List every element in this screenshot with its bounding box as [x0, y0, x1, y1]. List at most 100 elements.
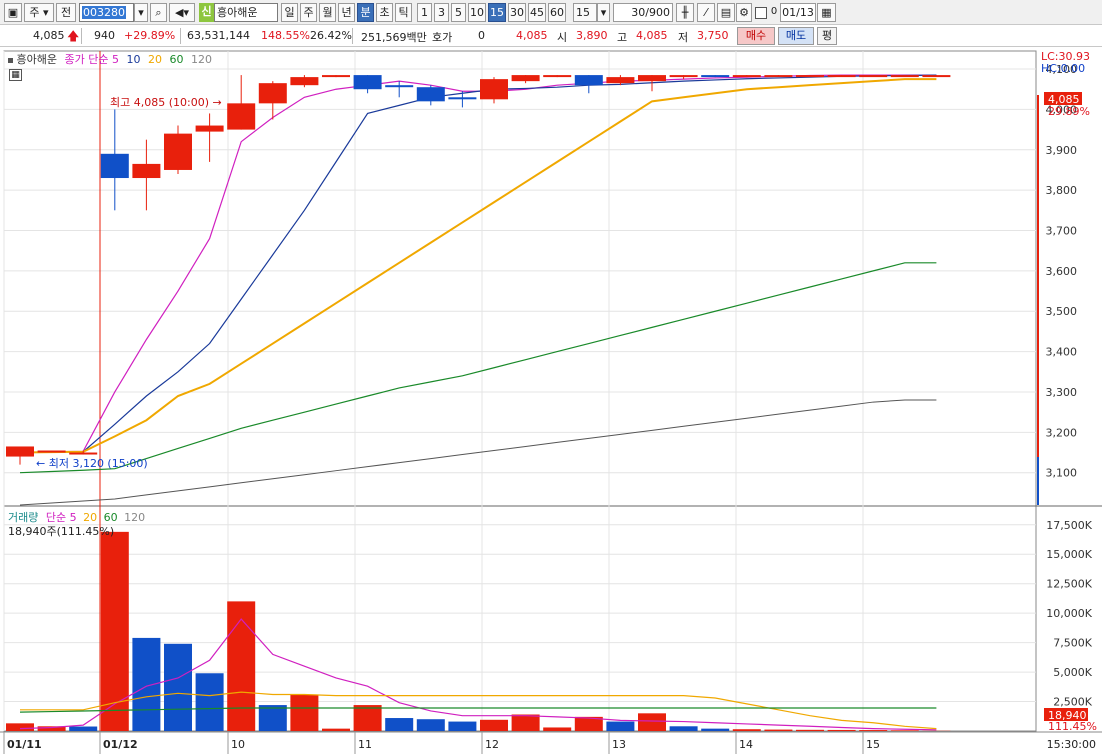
price-volume-chart[interactable]: 4,1004,0003,9003,8003,7003,6003,5003,400…: [0, 47, 1102, 754]
volume-bar: [543, 727, 572, 731]
interval-select[interactable]: 15: [573, 3, 597, 22]
ma-60-line: [19, 262, 937, 474]
top-toolbar: ▣ 주 ▾ 전 003280 ▾ ⌕ ◀▾ 신 흥아해운 일주월년분초틱 135…: [0, 0, 1102, 25]
checkbox-label: 0: [770, 6, 778, 17]
candle-body: [69, 452, 98, 455]
interval-button[interactable]: 5: [451, 3, 466, 22]
volume-tick-label: 5,000K: [1053, 666, 1092, 679]
window-menu-icon[interactable]: ▣: [4, 3, 22, 22]
candle-body: [827, 75, 856, 78]
sell-button[interactable]: 매도: [778, 27, 814, 45]
x-tick-label: 11: [358, 738, 372, 751]
period-button[interactable]: 월: [319, 3, 336, 22]
candle-body: [100, 153, 129, 179]
candle-body: [543, 75, 572, 78]
sin-badge: 신: [199, 3, 214, 22]
volume-value: 63,531,144: [187, 29, 250, 42]
market-select[interactable]: 주 ▾: [24, 3, 54, 22]
candle-body: [37, 450, 66, 453]
pyeong-button[interactable]: 평: [817, 27, 837, 45]
interval-button[interactable]: 30: [508, 3, 526, 22]
candle-body: [353, 75, 382, 90]
candle-body: [385, 85, 414, 88]
volume-bar: [132, 637, 161, 731]
prev-button[interactable]: 전: [56, 3, 76, 22]
hc-label: HC:0.00: [1041, 62, 1086, 75]
period-button[interactable]: 주: [300, 3, 317, 22]
count-input[interactable]: 30/900: [613, 3, 673, 22]
volume-tick-label: 7,500K: [1053, 637, 1092, 650]
current-price: 4,085: [33, 29, 65, 42]
volume-legend-ma120: 120: [124, 511, 146, 524]
stock-code-input[interactable]: 003280: [79, 3, 134, 22]
volume-bar: [448, 721, 477, 731]
candle-body: [227, 103, 256, 130]
divider: [352, 28, 353, 44]
high-price: 4,085: [636, 29, 668, 42]
date-input[interactable]: 01/13: [780, 3, 816, 22]
stock-code-value: 003280: [82, 6, 126, 19]
price-tick-label: 3,200: [1046, 426, 1078, 439]
save-icon[interactable]: ▤: [717, 3, 735, 22]
hoga-value: 0: [478, 29, 485, 42]
divider: [180, 28, 181, 44]
volume-bar: [322, 728, 350, 731]
price-repeat: 4,085: [516, 29, 548, 42]
interval-button[interactable]: 45: [528, 3, 546, 22]
interval-button[interactable]: 3: [434, 3, 449, 22]
code-dropdown-icon[interactable]: ▾: [134, 3, 148, 22]
x-tick-label: 01/11: [7, 738, 42, 751]
volume-bar: [669, 726, 698, 731]
price-tick-label: 3,500: [1046, 305, 1078, 318]
volume-bar: [701, 728, 730, 731]
calendar-icon[interactable]: ▦: [817, 3, 836, 22]
open-label: 시: [557, 31, 568, 44]
legend-ma5: 5: [111, 53, 119, 66]
candle-body: [6, 446, 34, 457]
volume-current-label: 18,940주(111.45%): [8, 525, 115, 538]
chart-area[interactable]: 4,100 4,000 3,900 3,800 3,700 3,600 3,500 3,400…: [0, 47, 1102, 754]
period-button[interactable]: 초: [376, 3, 393, 22]
candle-body: [195, 125, 224, 132]
volume-bar: [732, 729, 761, 731]
period-button[interactable]: 일: [281, 3, 298, 22]
price-tick-label: 3,300: [1046, 386, 1078, 399]
interval-button[interactable]: 60: [548, 3, 566, 22]
candle-type-icon[interactable]: ╫: [676, 3, 694, 22]
period-button[interactable]: 분: [357, 3, 374, 22]
date-checkbox[interactable]: [755, 7, 767, 19]
x-tick-label: 12: [485, 738, 499, 751]
sound-icon[interactable]: ◀▾: [169, 3, 195, 22]
high-annotation: 최고 4,085 (10:00) →: [110, 96, 222, 109]
candle-body: [480, 79, 508, 100]
volume-bar: [638, 713, 666, 731]
change-value: 940: [94, 29, 115, 42]
range-bar-low: [1037, 457, 1039, 505]
line-tool-icon[interactable]: ⁄: [697, 3, 715, 22]
interval-button[interactable]: 10: [468, 3, 486, 22]
legend-ma120: 120: [190, 53, 212, 66]
price-pct-tag: 29.89%: [1048, 105, 1090, 118]
volume-bar: [764, 729, 793, 731]
volume-bar: [827, 729, 856, 731]
volume-bar: [385, 718, 414, 731]
trade-amount: 251,569백만: [361, 31, 427, 44]
x-tick-label: 14: [739, 738, 753, 751]
interval-button[interactable]: 1: [417, 3, 432, 22]
price-tick-label: 3,700: [1046, 225, 1078, 238]
period-button[interactable]: 년: [338, 3, 355, 22]
buy-button[interactable]: 매수: [737, 27, 775, 45]
table-grid-icon[interactable]: ▦: [9, 69, 22, 81]
chart-frame: [3, 50, 1037, 732]
candle-body: [322, 75, 350, 78]
stock-name-field[interactable]: 흥아해운: [214, 3, 278, 22]
candle-body: [416, 87, 445, 102]
hoga-label: 호가: [432, 31, 453, 44]
gear-icon[interactable]: ⚙: [736, 3, 752, 22]
period-button[interactable]: 틱: [395, 3, 412, 22]
interval-button[interactable]: 15: [488, 3, 506, 22]
interval-dropdown-icon[interactable]: ▾: [597, 3, 610, 22]
search-icon[interactable]: ⌕: [150, 3, 167, 22]
volume-tick-label: 10,000K: [1046, 607, 1092, 620]
count-total: /900: [645, 6, 670, 19]
